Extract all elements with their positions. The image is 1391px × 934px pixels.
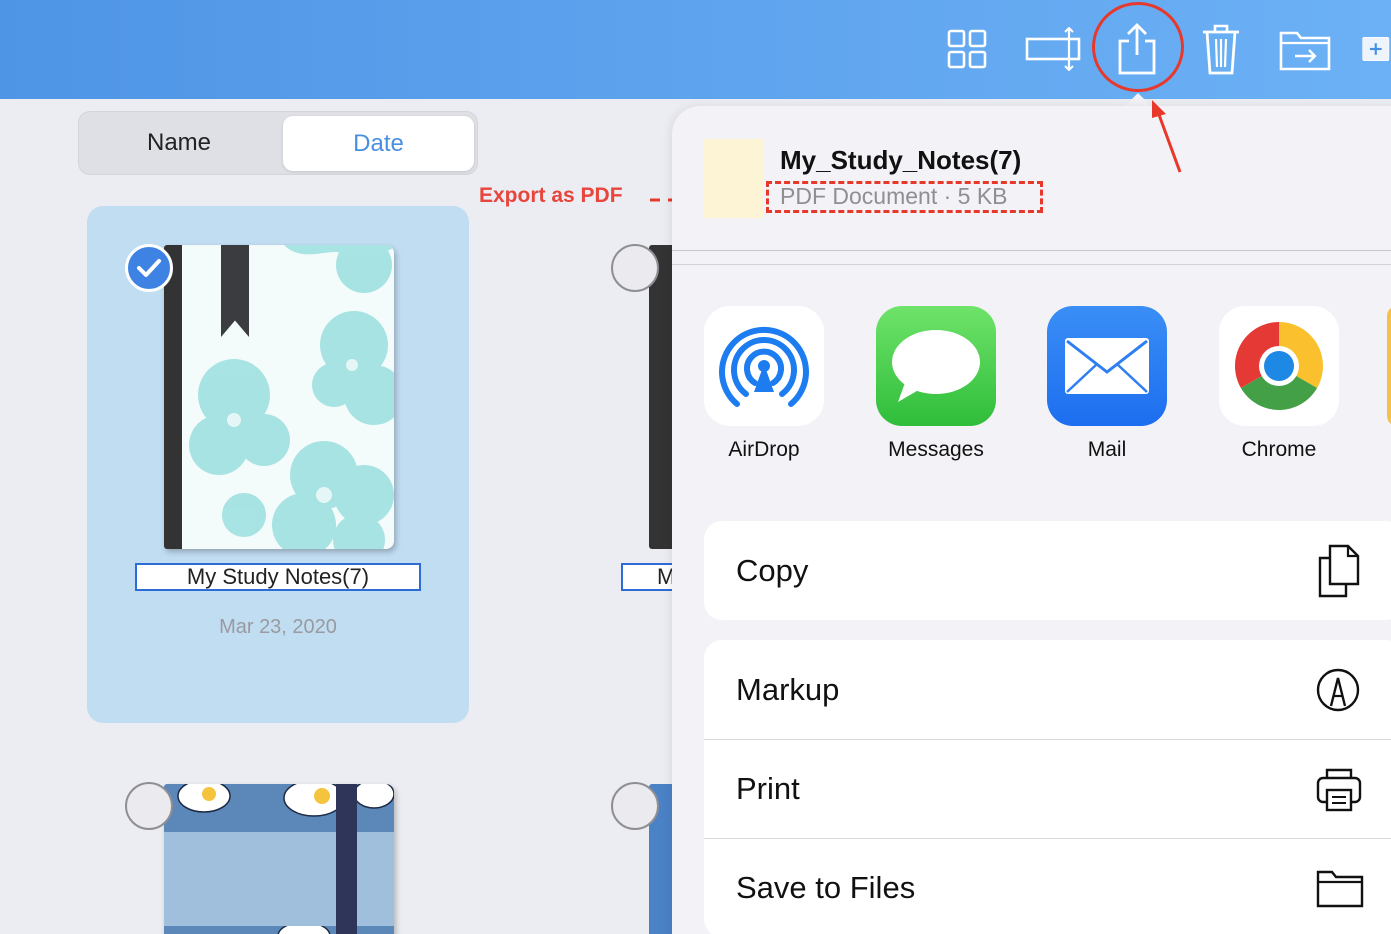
markup-icon [1316, 668, 1360, 711]
red-arrow-icon [1152, 100, 1182, 173]
notebook-date: Mar 23, 2020 [219, 616, 337, 638]
app-label: Mail [1087, 438, 1127, 461]
move-button[interactable] [1278, 20, 1332, 78]
file-name: My_Study_Notes(7) [780, 145, 1022, 175]
share-app-airdrop[interactable]: AirDrop [704, 306, 824, 462]
grid-icon [947, 29, 987, 69]
notebook-band [164, 832, 394, 926]
action-label: Save to Files [736, 870, 916, 905]
app-label: AirDrop [728, 438, 800, 461]
action-group-copy: Copy [704, 521, 1391, 620]
folder-icon [1316, 870, 1364, 908]
action-print[interactable]: Print [704, 739, 1391, 838]
delete-button[interactable] [1200, 20, 1242, 78]
sort-segmented-control: Name Date [78, 111, 478, 175]
folder-move-icon [1279, 31, 1331, 71]
hibiscus-pattern-icon [189, 245, 394, 549]
sort-by-name-tab[interactable]: Name [79, 112, 279, 174]
trash-icon [1203, 24, 1239, 75]
action-label: Print [736, 771, 800, 806]
notebook-cover[interactable] [164, 245, 394, 549]
unselected-circle-icon[interactable] [125, 782, 173, 830]
action-copy[interactable]: Copy [704, 521, 1391, 620]
file-thumbnail [704, 139, 764, 218]
print-icon [1316, 768, 1362, 812]
app-label: Chrome [1241, 438, 1317, 461]
add-button[interactable] [1362, 20, 1391, 78]
divider [672, 250, 1391, 251]
file-type-highlight-box [766, 181, 1043, 213]
copy-icon [1318, 544, 1360, 597]
unselected-circle-icon[interactable] [611, 782, 659, 830]
divider [672, 264, 1391, 265]
action-save-to-files[interactable]: Save to Files [704, 838, 1391, 934]
airdrop-icon [704, 306, 824, 426]
resize-button[interactable] [1024, 20, 1084, 78]
action-label: Markup [736, 671, 840, 707]
sort-by-date-tab[interactable]: Date [283, 116, 474, 171]
grid-view-button[interactable] [944, 20, 990, 78]
unselected-circle-icon[interactable] [611, 244, 659, 292]
messages-icon [876, 306, 996, 426]
notebook-title[interactable]: My Study Notes(7) [135, 563, 421, 591]
plus-icon [1362, 37, 1390, 61]
export-annotation-label: Export as PDF [479, 184, 623, 207]
notebook-cover-3[interactable] [164, 784, 394, 934]
share-highlight-circle [1092, 2, 1184, 92]
share-app-messages[interactable]: Messages [876, 306, 996, 462]
selected-checkmark-icon[interactable] [125, 244, 173, 292]
notebook-spine [164, 245, 182, 549]
share-app-mail[interactable]: Mail [1047, 306, 1167, 462]
action-group-main: Markup Print Save to Files [704, 640, 1391, 934]
share-app-partial[interactable] [1387, 306, 1391, 426]
app-label: Messages [888, 438, 984, 461]
action-markup[interactable]: Markup [704, 640, 1391, 739]
notebook-strap [336, 784, 357, 934]
action-label: Copy [736, 552, 809, 588]
share-app-chrome[interactable]: Chrome [1219, 306, 1339, 462]
mail-icon [1047, 306, 1167, 426]
chrome-icon [1219, 306, 1339, 426]
resize-icon [1025, 27, 1081, 71]
